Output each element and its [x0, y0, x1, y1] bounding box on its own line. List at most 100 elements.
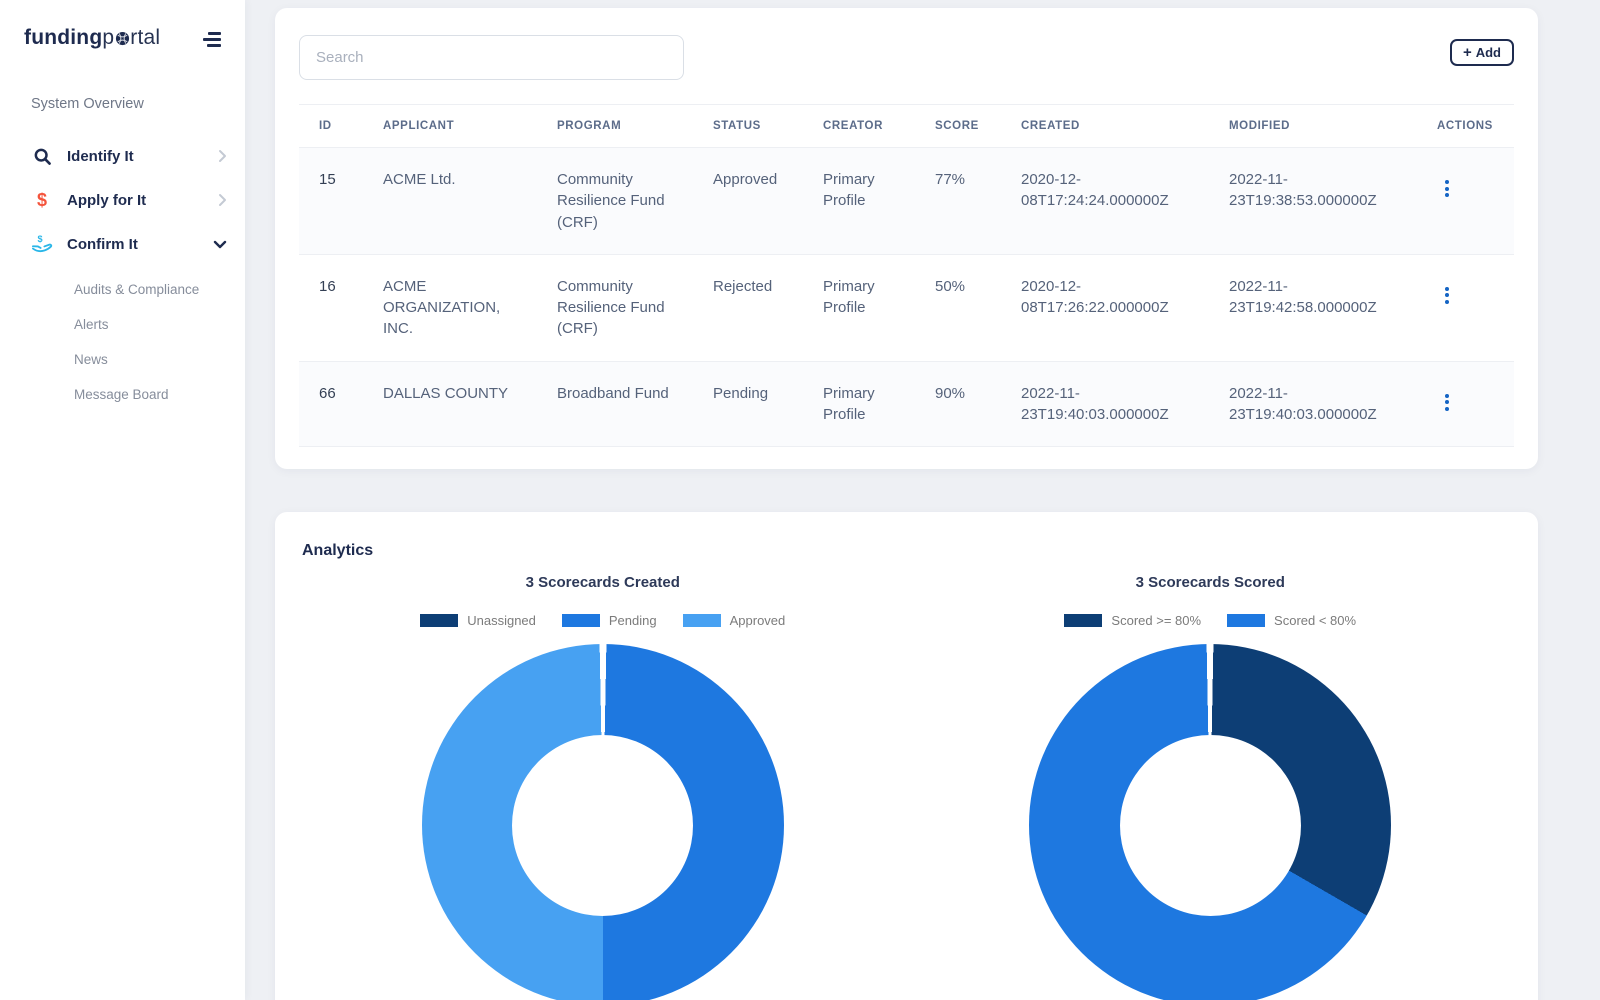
cell-created: 2022-11-23T19:40:03.000000Z [1001, 361, 1209, 447]
plus-icon: + [1463, 45, 1472, 60]
cell-id: 66 [299, 361, 363, 447]
search-icon [31, 147, 53, 166]
globe-icon [115, 28, 130, 52]
chart-scorecards-created: 3 Scorecards Created UnassignedPendingAp… [299, 574, 907, 1000]
column-header-status: STATUS [693, 105, 803, 148]
cell-creator: Primary Profile [803, 254, 915, 361]
cell-modified: 2022-11-23T19:38:53.000000Z [1209, 148, 1417, 255]
brand-bold: funding [24, 26, 102, 49]
cell-score: 90% [915, 361, 1001, 447]
column-header-actions: ACTIONS [1417, 105, 1514, 148]
legend-item[interactable]: Pending [562, 613, 657, 628]
scorecards-card: + Add IDAPPLICANTPROGRAMSTATUSCREATORSCO… [275, 8, 1538, 469]
main-content: + Add IDAPPLICANTPROGRAMSTATUSCREATORSCO… [245, 8, 1600, 1000]
legend-swatch [420, 614, 458, 627]
legend-label: Scored < 80% [1274, 613, 1356, 628]
cell-program: Community Resilience Fund (CRF) [537, 148, 693, 255]
cell-created: 2020-12-08T17:26:22.000000Z [1001, 254, 1209, 361]
sidebar-subnav-confirm-it: Audits & Compliance Alerts News Message … [0, 266, 245, 412]
row-actions-kebab-icon[interactable] [1439, 284, 1455, 307]
cell-actions [1417, 254, 1514, 361]
column-header-program: PROGRAM [537, 105, 693, 148]
sidebar-item-identify-it[interactable]: Identify It [0, 134, 245, 178]
column-header-applicant: APPLICANT [363, 105, 537, 148]
svg-text:$: $ [37, 234, 42, 244]
legend-swatch [1064, 614, 1102, 627]
legend-swatch [1227, 614, 1265, 627]
cell-score: 50% [915, 254, 1001, 361]
table-header-row: IDAPPLICANTPROGRAMSTATUSCREATORSCORECREA… [299, 105, 1514, 148]
chevron-right-icon [218, 193, 227, 207]
row-actions-kebab-icon[interactable] [1439, 391, 1455, 414]
chart-scorecards-scored: 3 Scorecards Scored Scored >= 80%Scored … [907, 574, 1515, 1000]
brand-light: p [102, 26, 114, 49]
search-input[interactable] [299, 35, 684, 80]
column-header-score: SCORE [915, 105, 1001, 148]
sidebar-item-news[interactable]: News [74, 342, 245, 377]
sidebar-item-alerts[interactable]: Alerts [74, 307, 245, 342]
brand-logo[interactable]: fundingprtal [24, 26, 160, 52]
column-header-created: CREATED [1001, 105, 1209, 148]
column-header-id: ID [299, 105, 363, 148]
sidebar-collapse-icon[interactable] [201, 28, 223, 51]
cell-actions [1417, 361, 1514, 447]
cell-modified: 2022-11-23T19:42:58.000000Z [1209, 254, 1417, 361]
cell-status: Pending [693, 361, 803, 447]
brand-light-post: rtal [130, 26, 160, 49]
chart-title: 3 Scorecards Scored [1136, 574, 1285, 591]
legend-swatch [562, 614, 600, 627]
legend-label: Pending [609, 613, 657, 628]
sidebar-item-audits-compliance[interactable]: Audits & Compliance [74, 272, 245, 307]
cell-status: Rejected [693, 254, 803, 361]
cell-applicant: ACME Ltd. [363, 148, 537, 255]
add-button[interactable]: + Add [1450, 39, 1514, 66]
cell-program: Broadband Fund [537, 361, 693, 447]
charts-row: 3 Scorecards Created UnassignedPendingAp… [299, 574, 1514, 1000]
sidebar-item-label: Apply for It [67, 192, 218, 209]
legend-item[interactable]: Scored < 80% [1227, 613, 1356, 628]
cell-id: 16 [299, 254, 363, 361]
table-row: 15ACME Ltd.Community Resilience Fund (CR… [299, 148, 1514, 255]
legend-label: Approved [730, 613, 786, 628]
row-actions-kebab-icon[interactable] [1439, 177, 1455, 200]
chart-legend: Scored >= 80% Scored < 80% [1064, 613, 1356, 628]
chevron-right-icon [218, 149, 227, 163]
legend-item[interactable]: Approved [683, 613, 786, 628]
table-row: 16ACME ORGANIZATION, INC.Community Resil… [299, 254, 1514, 361]
toolbar: + Add [299, 35, 1514, 80]
cell-score: 77% [915, 148, 1001, 255]
chart-legend: Unassigned Pending Approved [420, 613, 785, 628]
column-header-modified: MODIFIED [1209, 105, 1417, 148]
cell-id: 15 [299, 148, 363, 255]
sidebar-item-apply-for-it[interactable]: $ Apply for It [0, 178, 245, 222]
donut-hole [1120, 735, 1301, 916]
sidebar-item-label: Identify It [67, 148, 218, 165]
analytics-card: Analytics 3 Scorecards Created Unassigne… [275, 512, 1538, 1000]
table-row: 66DALLAS COUNTYBroadband FundPendingPrim… [299, 361, 1514, 447]
legend-item[interactable]: Scored >= 80% [1064, 613, 1201, 628]
cell-status: Approved [693, 148, 803, 255]
sidebar-item-label: Confirm It [67, 236, 213, 253]
sidebar-nav: Identify It $ Apply for It $ Confirm It [0, 134, 245, 412]
chevron-down-icon [213, 240, 227, 249]
sidebar-item-message-board[interactable]: Message Board [74, 377, 245, 412]
donut-chart [422, 644, 784, 1000]
legend-item[interactable]: Unassigned [420, 613, 536, 628]
table-body: 15ACME Ltd.Community Resilience Fund (CR… [299, 148, 1514, 447]
legend-label: Unassigned [467, 613, 536, 628]
cell-applicant: DALLAS COUNTY [363, 361, 537, 447]
add-button-label: Add [1476, 45, 1501, 60]
cell-program: Community Resilience Fund (CRF) [537, 254, 693, 361]
sidebar-section-label: System Overview [0, 52, 245, 112]
scorecards-table: IDAPPLICANTPROGRAMSTATUSCREATORSCORECREA… [299, 104, 1514, 447]
column-header-creator: CREATOR [803, 105, 915, 148]
cell-creator: Primary Profile [803, 148, 915, 255]
dollar-icon: $ [31, 191, 53, 209]
analytics-title: Analytics [299, 534, 1514, 560]
legend-label: Scored >= 80% [1111, 613, 1201, 628]
donut-hole [512, 735, 693, 916]
sidebar: fundingprtal System Overview Identify It… [0, 0, 245, 1000]
hand-dollar-icon: $ [31, 234, 53, 254]
sidebar-item-confirm-it[interactable]: $ Confirm It [0, 222, 245, 266]
cell-modified: 2022-11-23T19:40:03.000000Z [1209, 361, 1417, 447]
